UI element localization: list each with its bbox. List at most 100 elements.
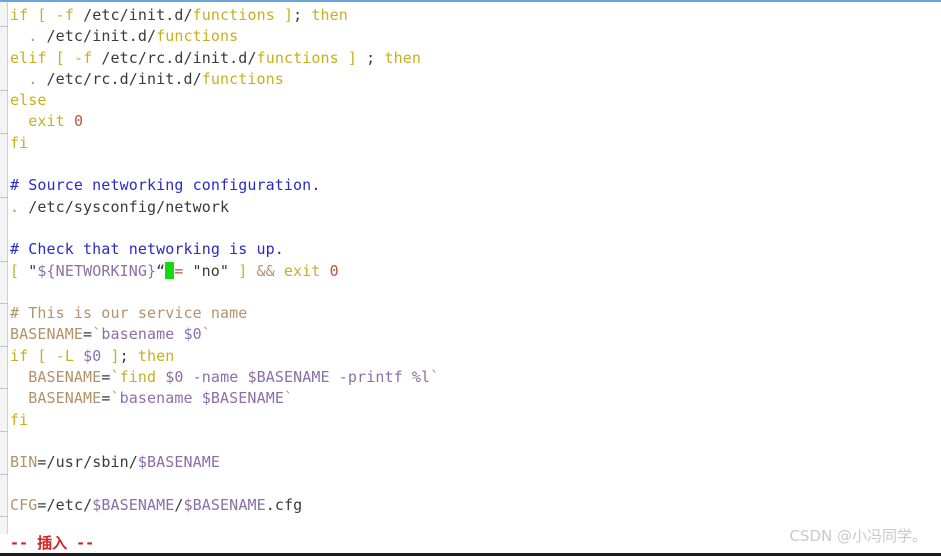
code-token: $BASENAME: [201, 389, 284, 408]
code-line[interactable]: # This is our service name: [10, 303, 935, 324]
code-line[interactable]: else: [10, 90, 935, 111]
code-line[interactable]: # Check that networking is up.: [10, 239, 935, 260]
code-token: then: [311, 6, 348, 24]
code-line[interactable]: if [ -L $0 ]; then: [10, 346, 935, 367]
code-line[interactable]: [10, 474, 935, 495]
code-token: -L: [55, 346, 74, 365]
window-top-rule: [0, 0, 941, 2]
code-token: functions: [192, 6, 275, 24]
code-line[interactable]: BIN=/usr/sbin/$BASENAME: [10, 452, 935, 473]
gutter-tick: [0, 26, 8, 28]
code-token: ]: [238, 261, 248, 280]
code-token: ;: [293, 6, 312, 24]
code-token: $0: [165, 368, 184, 387]
code-line[interactable]: CFG=/etc/$BASENAME/$BASENAME.cfg: [10, 495, 935, 516]
code-token: # This is our service name: [10, 304, 248, 323]
gutter-tick: [0, 132, 8, 134]
code-line[interactable]: [ "${NETWORKING}“ = "no" ] && exit 0: [10, 261, 935, 282]
code-token: ]: [110, 346, 120, 365]
code-line[interactable]: [10, 431, 935, 452]
gutter-tick: [0, 260, 8, 262]
code-buffer[interactable]: if [ -f /etc/init.d/functions ]; then . …: [10, 5, 935, 516]
code-token: BASENAME: [10, 325, 84, 344]
gutter-tick: [0, 303, 8, 305]
code-token: .: [10, 197, 20, 216]
gutter-tick: [0, 516, 8, 518]
code-token: %l: [411, 368, 431, 387]
gutter-tick: [0, 90, 8, 92]
code-token: ;: [357, 48, 385, 67]
code-token: exit: [283, 261, 321, 280]
code-token: [: [55, 48, 65, 67]
gutter-tick: [0, 345, 8, 347]
code-token: =: [174, 261, 193, 280]
code-token: `: [430, 368, 440, 387]
code-token: `: [110, 368, 120, 387]
code-token: -name: [192, 368, 239, 387]
code-token: -f: [73, 48, 93, 67]
code-token: `: [92, 325, 102, 344]
code-line[interactable]: . /etc/sysconfig/network: [10, 197, 935, 218]
vim-editor-window: if [ -f /etc/init.d/functions ]; then . …: [0, 0, 941, 556]
code-token: if: [10, 346, 29, 365]
code-token: /: [174, 495, 184, 514]
status-line-mode: -- 插入 --: [10, 534, 95, 552]
code-token: then: [137, 346, 175, 365]
code-token: /etc/rc.d/init.d/: [37, 69, 202, 88]
code-line[interactable]: [10, 218, 935, 239]
code-token: 0: [329, 261, 339, 280]
code-line[interactable]: BASENAME=`basename $BASENAME`: [10, 388, 935, 409]
code-token: $BASENAME: [92, 495, 175, 514]
code-token: else: [10, 91, 47, 110]
code-token: [: [37, 346, 47, 365]
code-token: # Source networking configuration.: [10, 176, 321, 195]
code-token: basename: [119, 389, 193, 408]
code-line[interactable]: fi: [10, 410, 935, 431]
code-token: -printf: [338, 368, 403, 387]
fold-gutter[interactable]: [0, 2, 8, 534]
code-token: =: [83, 325, 93, 344]
code-line[interactable]: exit 0: [10, 111, 935, 132]
code-token: -f: [55, 6, 74, 24]
code-token: $0: [83, 346, 102, 365]
code-line[interactable]: BASENAME=`find $0 -name $BASENAME -print…: [10, 367, 935, 388]
code-line[interactable]: elif [ -f /etc/rc.d/init.d/functions ] ;…: [10, 48, 935, 69]
code-token: find: [119, 368, 157, 387]
code-token: $BASENAME: [247, 368, 330, 387]
code-token: BASENAME: [28, 389, 102, 408]
code-token: functions: [201, 69, 284, 88]
code-line[interactable]: fi: [10, 133, 935, 154]
code-line[interactable]: . /etc/init.d/functions: [10, 26, 935, 47]
code-line[interactable]: # Source networking configuration.: [10, 175, 935, 196]
code-token: elif: [10, 48, 47, 67]
code-token: .cfg: [265, 495, 303, 514]
code-token: `: [201, 325, 211, 344]
code-token: $BASENAME: [137, 453, 221, 472]
code-token: 0: [73, 112, 84, 131]
code-line[interactable]: [10, 282, 935, 303]
code-line[interactable]: . /etc/rc.d/init.d/functions: [10, 69, 935, 90]
code-token: [: [37, 6, 47, 24]
code-token: fi: [10, 410, 29, 429]
code-line[interactable]: [10, 154, 935, 175]
code-line[interactable]: BASENAME=`basename $0`: [10, 324, 935, 345]
code-line[interactable]: if [ -f /etc/init.d/functions ]; then: [10, 5, 935, 26]
